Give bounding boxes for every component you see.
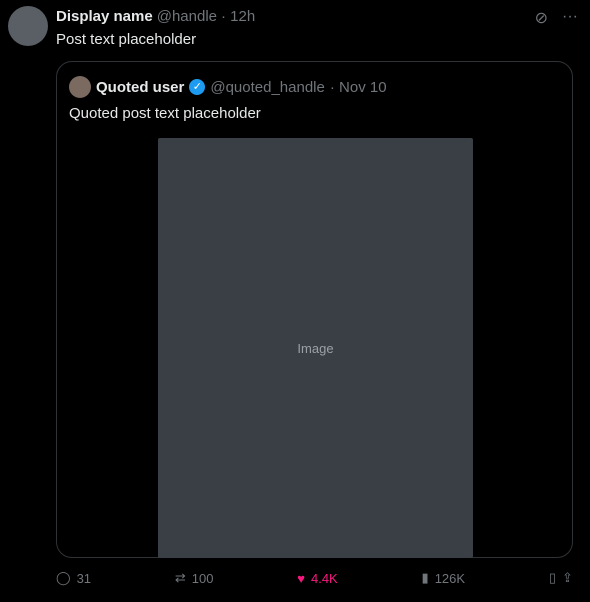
quote-timestamp: · Nov 10 bbox=[329, 78, 387, 96]
bookmark-icon[interactable]: ▯ bbox=[549, 570, 556, 586]
repost-count: 100 bbox=[191, 570, 214, 586]
post-text: Post text placeholder bbox=[56, 31, 197, 48]
repost-icon: ⇄ bbox=[174, 570, 186, 585]
quote-text: Quoted post text placeholder bbox=[69, 105, 261, 122]
share-icon[interactable]: ⇪ bbox=[562, 570, 573, 586]
post-controls: ⊘ ··· bbox=[535, 8, 578, 28]
like-count: 4.4K bbox=[310, 570, 338, 586]
share-group: ▯ ⇪ bbox=[549, 570, 573, 586]
quote-card[interactable]: Quoted user ✓ @quoted_handle · Nov 10 Qu… bbox=[56, 61, 573, 558]
reply-count: 31 bbox=[76, 570, 92, 586]
quote-display-name: Quoted user bbox=[96, 78, 185, 96]
views-button[interactable]: ▮ 126K bbox=[422, 570, 466, 586]
repost-button[interactable]: ⇄ 100 bbox=[175, 570, 214, 586]
reply-button[interactable]: ◯ 31 bbox=[56, 570, 91, 586]
more-icon[interactable]: ··· bbox=[562, 8, 578, 28]
post-header: Display name @handle · 12h bbox=[56, 8, 255, 25]
display-name[interactable]: Display name bbox=[56, 8, 153, 25]
verified-icon: ✓ bbox=[189, 79, 206, 95]
quote-handle: @quoted_handle bbox=[210, 78, 325, 96]
timestamp[interactable]: · 12h bbox=[221, 8, 255, 25]
views-icon: ▮ bbox=[421, 570, 429, 585]
like-button[interactable]: ♥ 4.4K bbox=[297, 571, 337, 586]
view-count: 126K bbox=[434, 570, 466, 586]
action-bar: ◯ 31 ⇄ 100 ♥ 4.4K ▮ 126K ▯ ⇪ bbox=[56, 570, 573, 586]
quote-media[interactable]: Image bbox=[158, 138, 473, 558]
avatar[interactable] bbox=[8, 6, 48, 46]
handle[interactable]: @handle bbox=[157, 8, 217, 25]
quote-header: Quoted user ✓ @quoted_handle · Nov 10 bbox=[69, 76, 387, 98]
post: Display name @handle · 12h ⊘ ··· Post te… bbox=[0, 0, 590, 602]
grok-icon[interactable]: ⊘ bbox=[535, 8, 548, 28]
heart-icon: ♥ bbox=[297, 570, 305, 586]
quote-avatar bbox=[69, 76, 91, 98]
media-placeholder-label: Image bbox=[297, 340, 334, 356]
reply-icon: ◯ bbox=[56, 570, 71, 585]
